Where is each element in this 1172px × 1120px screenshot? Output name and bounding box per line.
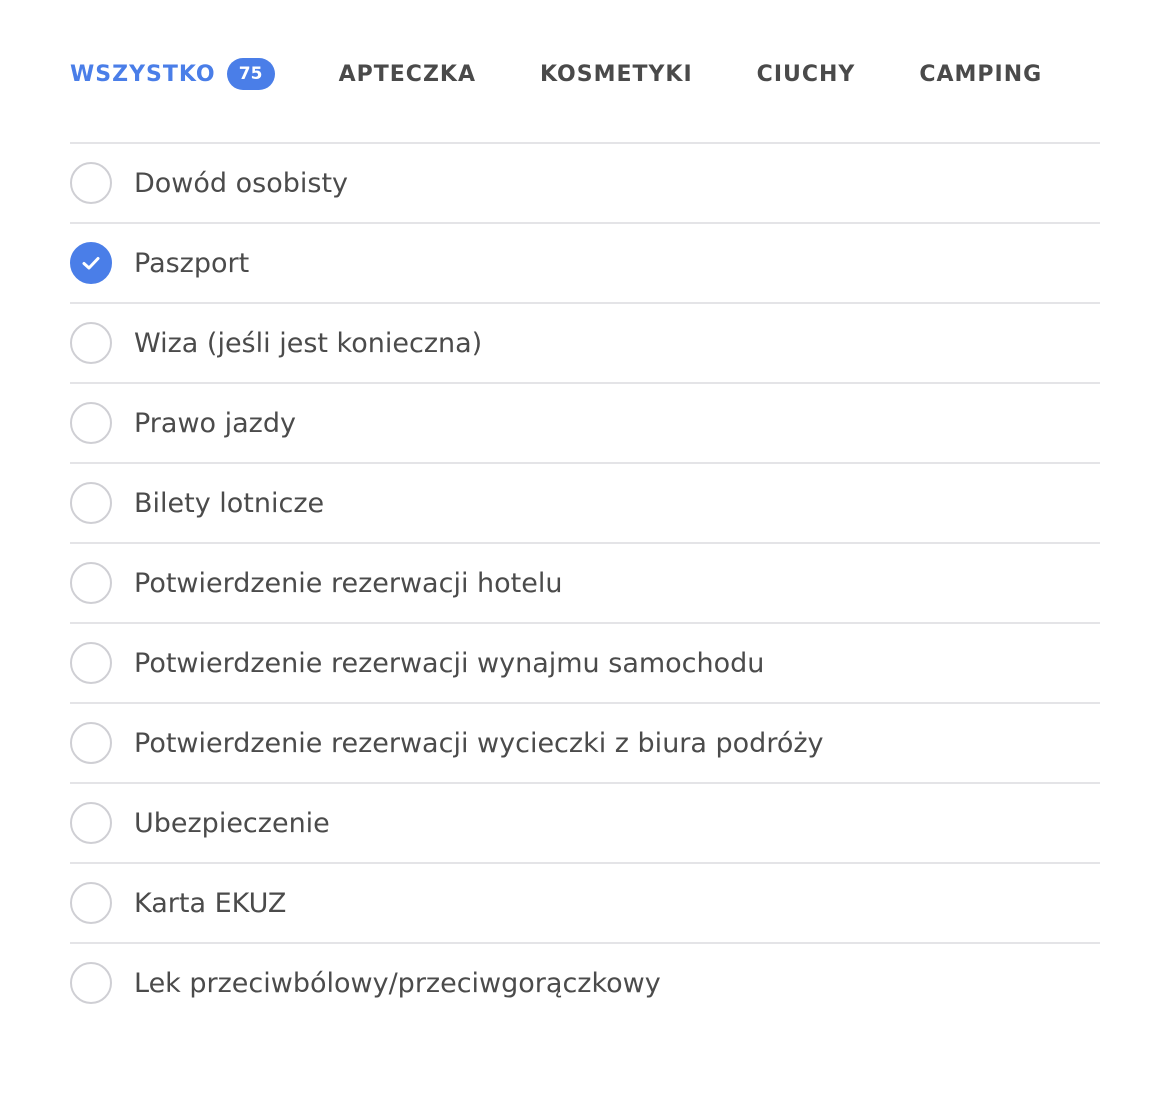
item-label: Prawo jazdy bbox=[134, 407, 296, 439]
checkbox[interactable] bbox=[70, 162, 112, 204]
checkbox[interactable] bbox=[70, 402, 112, 444]
tab-label: WSZYSTKO bbox=[70, 61, 216, 87]
checkbox[interactable] bbox=[70, 802, 112, 844]
tab-apteczka[interactable]: APTECZKA bbox=[339, 62, 476, 87]
checkbox[interactable] bbox=[70, 722, 112, 764]
tab-ciuchy[interactable]: CIUCHY bbox=[757, 62, 856, 87]
checkbox[interactable] bbox=[70, 962, 112, 1004]
item-label: Potwierdzenie rezerwacji hotelu bbox=[134, 567, 563, 599]
count-badge: 75 bbox=[226, 58, 275, 90]
item-label: Bilety lotnicze bbox=[134, 487, 325, 519]
checkmark-icon bbox=[82, 257, 100, 270]
tab-label: APTECZKA bbox=[338, 61, 476, 87]
category-tabs: WSZYSTKO 75 APTECZKA KOSMETYKI CIUCHY CA… bbox=[70, 52, 1042, 96]
item-label: Ubezpieczenie bbox=[134, 807, 330, 839]
list-item[interactable]: Potwierdzenie rezerwacji wynajmu samocho… bbox=[70, 624, 1100, 704]
list-item[interactable]: Wiza (jeśli jest konieczna) bbox=[70, 304, 1100, 384]
checklist: Dowód osobisty Paszport Wiza (jeśli jest… bbox=[70, 142, 1100, 1022]
tab-label: CAMPING bbox=[919, 61, 1043, 87]
list-item[interactable]: Potwierdzenie rezerwacji hotelu bbox=[70, 544, 1100, 624]
tab-label: CIUCHY bbox=[756, 61, 856, 87]
tab-label: KOSMETYKI bbox=[539, 61, 693, 87]
item-label: Karta EKUZ bbox=[134, 887, 287, 919]
list-item[interactable]: Lek przeciwbólowy/przeciwgorączkowy bbox=[70, 944, 1100, 1022]
checkbox[interactable] bbox=[70, 562, 112, 604]
tab-camping[interactable]: CAMPING bbox=[919, 62, 1042, 87]
list-item[interactable]: Ubezpieczenie bbox=[70, 784, 1100, 864]
checkbox[interactable] bbox=[70, 642, 112, 684]
checkbox[interactable] bbox=[70, 242, 112, 284]
item-label: Potwierdzenie rezerwacji wycieczki z biu… bbox=[134, 727, 824, 759]
checkbox[interactable] bbox=[70, 482, 112, 524]
item-label: Potwierdzenie rezerwacji wynajmu samocho… bbox=[134, 647, 765, 679]
list-item[interactable]: Paszport bbox=[70, 224, 1100, 304]
item-label: Paszport bbox=[134, 247, 250, 279]
checkbox[interactable] bbox=[70, 322, 112, 364]
item-label: Dowód osobisty bbox=[134, 167, 349, 199]
list-item[interactable]: Potwierdzenie rezerwacji wycieczki z biu… bbox=[70, 704, 1100, 784]
list-item[interactable]: Dowód osobisty bbox=[70, 144, 1100, 224]
item-label: Wiza (jeśli jest konieczna) bbox=[134, 327, 483, 359]
tab-wszystko[interactable]: WSZYSTKO 75 bbox=[70, 58, 275, 90]
list-item[interactable]: Karta EKUZ bbox=[70, 864, 1100, 944]
checkbox[interactable] bbox=[70, 882, 112, 924]
list-item[interactable]: Bilety lotnicze bbox=[70, 464, 1100, 544]
tab-kosmetyki[interactable]: KOSMETYKI bbox=[540, 62, 693, 87]
item-label: Lek przeciwbólowy/przeciwgorączkowy bbox=[134, 967, 661, 999]
list-item[interactable]: Prawo jazdy bbox=[70, 384, 1100, 464]
